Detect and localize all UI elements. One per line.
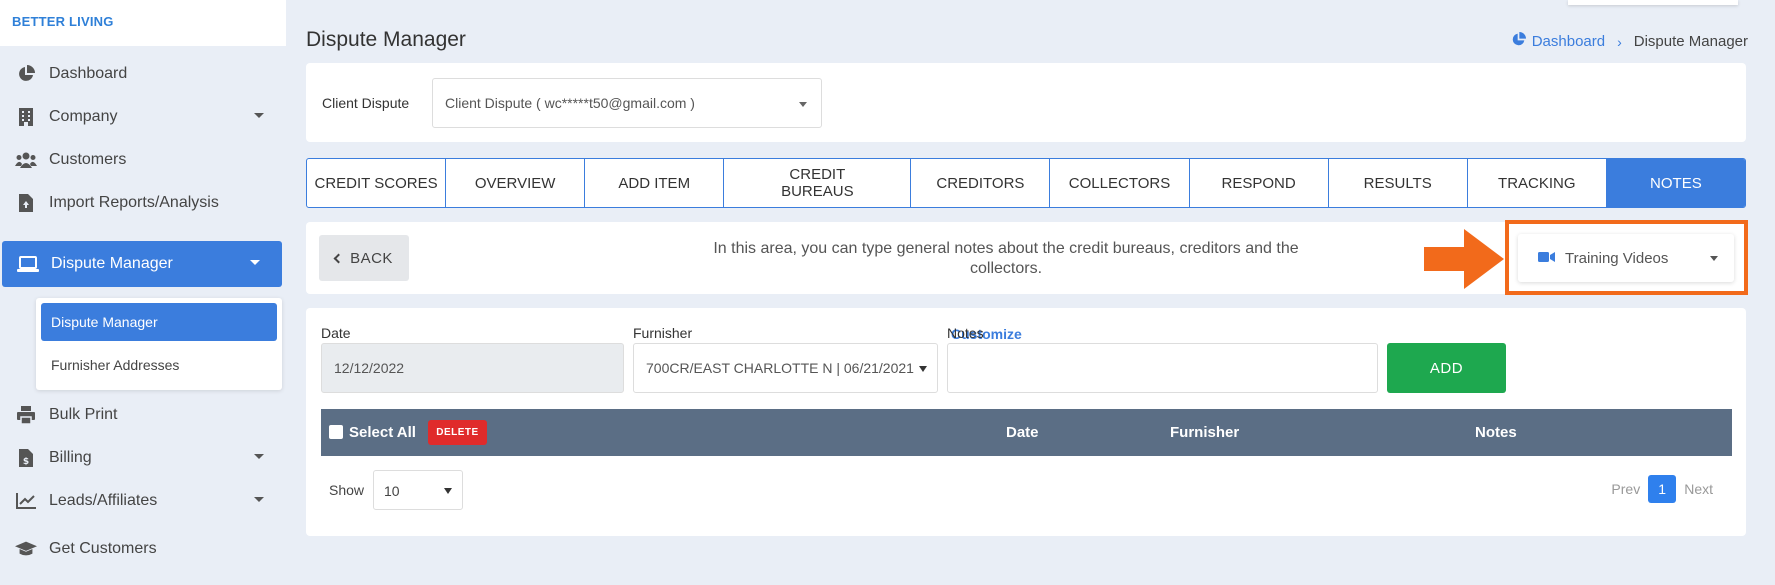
dispute-tabs: CREDIT SCORES OVERVIEW ADD ITEM CREDIT B… [306, 158, 1746, 208]
sidebar-item-label: Billing [49, 449, 92, 466]
chevron-down-icon [1710, 256, 1718, 261]
arrow-right-icon [1424, 229, 1504, 289]
breadcrumb-dashboard-link[interactable]: Dashboard [1532, 33, 1605, 50]
next-page-button[interactable]: Next [1684, 481, 1713, 497]
chevron-down-icon [254, 113, 264, 118]
training-videos-label: Training Videos [1565, 249, 1669, 267]
tab-tracking[interactable]: TRACKING [1468, 159, 1607, 207]
sidebar: BETTER LIVING Dashboard Company Customer… [0, 0, 286, 585]
column-header-furnisher: Furnisher [1170, 424, 1240, 441]
back-button-label: BACK [350, 249, 393, 267]
sidebar-item-dashboard[interactable]: Dashboard [0, 51, 286, 97]
date-label: Date [321, 325, 351, 341]
printer-icon [15, 404, 37, 426]
notes-info-text: In this area, you can type general notes… [713, 240, 1299, 277]
tab-respond[interactable]: RESPOND [1190, 159, 1329, 207]
sidebar-item-label: Dashboard [49, 65, 128, 82]
page-size-value: 10 [384, 483, 400, 499]
sidebar-item-billing[interactable]: $ Billing [0, 435, 286, 481]
chevron-down-icon [254, 454, 264, 459]
notes-label: Notes [947, 325, 984, 341]
file-upload-icon [15, 192, 37, 214]
sidebar-item-label: Get Customers [49, 540, 157, 557]
dashboard-pie-icon [15, 63, 37, 85]
chevron-down-icon [254, 497, 264, 502]
sidebar-item-customers[interactable]: Customers [0, 137, 286, 183]
sidebar-item-label: Customers [49, 151, 127, 168]
client-dispute-card: Client Dispute Client Dispute ( wc*****t… [306, 63, 1746, 142]
sidebar-item-bulk-print[interactable]: Bulk Print [0, 392, 286, 438]
chevron-right-icon: › [1617, 33, 1622, 50]
submenu-item-furnisher-addresses[interactable]: Furnisher Addresses [41, 346, 277, 384]
sidebar-item-dispute-manager[interactable]: Dispute Manager [2, 241, 282, 287]
column-header-date: Date [1006, 424, 1039, 441]
notes-form-card: Date 12/12/2022 Furnisher Customize 700C… [306, 308, 1746, 536]
client-dispute-select[interactable]: Client Dispute ( wc*****t50@gmail.com ) [432, 78, 822, 128]
sidebar-item-leads-affiliates[interactable]: Leads/Affiliates [0, 478, 286, 524]
show-entries-label: Show [329, 482, 365, 498]
tab-collectors[interactable]: COLLECTORS [1050, 159, 1190, 207]
chevron-down-icon [250, 260, 260, 265]
graduation-cap-icon [15, 538, 37, 560]
page-size-select[interactable]: 10 [373, 470, 463, 510]
breadcrumb: Dashboard › Dispute Manager [1511, 32, 1748, 51]
tab-credit-bureaus[interactable]: CREDIT BUREAUS [724, 159, 912, 207]
notes-input[interactable] [947, 343, 1378, 393]
sidebar-item-label: Company [49, 108, 118, 125]
sidebar-item-import-reports[interactable]: Import Reports/Analysis [0, 180, 286, 226]
top-bar-edge [1568, 0, 1738, 5]
sidebar-item-label: Dispute Manager [51, 255, 173, 272]
select-all-label[interactable]: Select All [349, 424, 416, 441]
notes-table-header: Select All DELETE Date Furnisher Notes [321, 409, 1732, 456]
chevron-left-icon [333, 253, 344, 263]
brand-logo[interactable]: BETTER LIVING [0, 0, 286, 46]
building-icon [15, 106, 37, 128]
delete-button[interactable]: DELETE [428, 420, 487, 445]
sidebar-item-label: Leads/Affiliates [49, 492, 158, 509]
sidebar-item-label: Bulk Print [49, 406, 118, 423]
tab-creditors[interactable]: CREDITORS [911, 159, 1051, 207]
pagination: Prev 1 Next [1603, 475, 1721, 503]
training-videos-dropdown[interactable]: Training Videos [1518, 234, 1734, 282]
page-title: Dispute Manager [306, 28, 466, 51]
tab-add-item[interactable]: ADD ITEM [585, 159, 725, 207]
tab-overview[interactable]: OVERVIEW [446, 159, 586, 207]
chevron-down-icon [799, 102, 807, 107]
furnisher-label: Furnisher [633, 325, 693, 341]
tab-results[interactable]: RESULTS [1329, 159, 1468, 207]
column-header-notes: Notes [1475, 424, 1517, 441]
date-value: 12/12/2022 [334, 360, 405, 376]
current-page-button[interactable]: 1 [1648, 475, 1677, 503]
client-dispute-value: Client Dispute ( wc*****t50@gmail.com ) [445, 95, 695, 111]
client-dispute-label: Client Dispute [322, 95, 410, 111]
back-button[interactable]: BACK [319, 235, 409, 281]
video-camera-icon [1538, 250, 1555, 267]
dispute-manager-submenu: Dispute Manager Furnisher Addresses [36, 298, 282, 390]
sidebar-item-label: Import Reports/Analysis [49, 194, 219, 211]
furnisher-value: 700CR/EAST CHARLOTTE N | 06/21/2021 [646, 360, 914, 376]
select-all-checkbox[interactable] [329, 425, 343, 439]
laptop-icon [17, 253, 39, 275]
chevron-down-icon [919, 366, 927, 372]
sidebar-item-company[interactable]: Company [0, 94, 286, 140]
dashboard-pie-icon [1511, 32, 1526, 51]
tab-credit-scores[interactable]: CREDIT SCORES [307, 159, 447, 207]
breadcrumb-current: Dispute Manager [1633, 33, 1748, 50]
chevron-down-icon [444, 488, 452, 494]
svg-text:$: $ [23, 457, 29, 467]
invoice-dollar-icon: $ [15, 447, 37, 469]
tab-notes[interactable]: NOTES [1606, 159, 1745, 207]
prev-page-button[interactable]: Prev [1611, 481, 1640, 497]
furnisher-select[interactable]: 700CR/EAST CHARLOTTE N | 06/21/2021 [633, 343, 938, 393]
chart-line-icon [15, 490, 37, 512]
submenu-item-dispute-manager[interactable]: Dispute Manager [41, 303, 277, 341]
add-note-button[interactable]: ADD [1387, 343, 1506, 393]
users-icon [15, 149, 37, 171]
sidebar-item-get-customers[interactable]: Get Customers [0, 526, 286, 572]
date-field: 12/12/2022 [321, 343, 624, 393]
